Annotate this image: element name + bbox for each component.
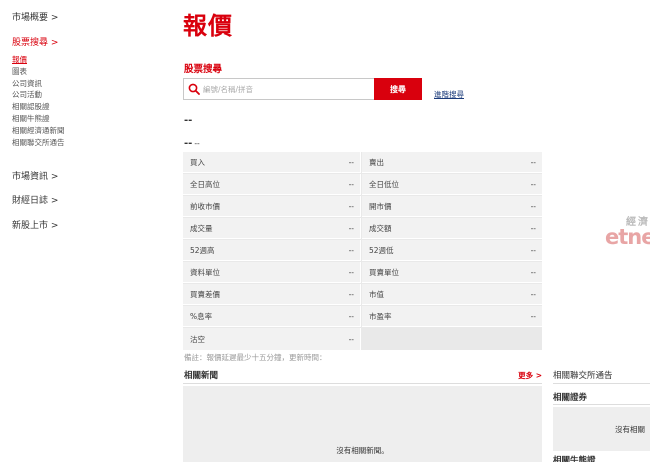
sidebar-sub-item-related-cbbc[interactable]: 相關牛熊證 [12, 113, 65, 125]
quote-label: 市值 [369, 289, 384, 299]
hkex-notice-title: 相關聯交所通告 [553, 371, 613, 381]
quote-label: %息率 [190, 311, 213, 321]
sidebar-item-market-overview[interactable]: 市場概要 > [12, 10, 58, 23]
advanced-search-link[interactable]: 進階搜尋 [434, 89, 464, 100]
quote-value: -- [348, 157, 354, 167]
no-news-text: 沒有相關新聞。 [336, 446, 389, 455]
sidebar-sub-item-chart[interactable]: 圖表 [12, 66, 65, 78]
related-warrants-empty: 沒有相關 [615, 425, 645, 434]
related-warrants-title: 相關證券 [553, 393, 588, 403]
quote-label: 市盈率 [369, 311, 392, 321]
quote-label: 買賣差價 [190, 289, 220, 299]
quote-value: -- [348, 311, 354, 321]
quote-value: -- [348, 334, 354, 344]
search-box [183, 78, 375, 100]
quote-table: 買入 -- 賣出 -- 全日高位 -- 全日低位 -- 前收市價 -- 開市價 -- 成交量… [183, 152, 542, 350]
sidebar-item-finance-diary[interactable]: 財經日誌 > [12, 193, 58, 206]
quote-value: -- [348, 289, 354, 299]
sidebar-sub-list: 報價 圖表 公司資訊 公司活動 相關認股證 相關牛熊證 相關經濟通新聞 相關聯交… [12, 54, 65, 148]
stock-name-sub: -- [194, 139, 200, 148]
related-warrants-box: 沒有相關 [553, 407, 650, 451]
sidebar-sub-item-quote[interactable]: 報價 [12, 54, 65, 66]
quote-cell-lot-size: 買賣單位 -- [362, 262, 542, 283]
quote-label: 買入 [190, 157, 205, 167]
hkex-notice-header: 相關聯交所通告 [553, 367, 650, 384]
quote-label: 52週高 [190, 245, 215, 255]
quote-value: -- [530, 289, 536, 299]
related-warrants-header: 相關證券 [553, 388, 650, 405]
quote-label: 全日高位 [190, 179, 220, 189]
quote-cell-52w-high: 52週高 -- [183, 240, 361, 261]
news-header: 相關新聞 更多 > [183, 367, 542, 384]
quote-cell-short-sell: 沽空 -- [183, 328, 361, 350]
quote-cell-52w-low: 52週低 -- [362, 240, 542, 261]
quote-label: 52週低 [369, 245, 394, 255]
quote-label: 開市價 [369, 201, 392, 211]
quote-cell-bid: 買入 -- [183, 152, 361, 173]
news-box: 沒有相關新聞。 [183, 386, 542, 462]
quote-value: -- [530, 157, 536, 167]
page-title: 報價 [183, 12, 233, 40]
logo-english-text: etne [605, 225, 650, 249]
quote-value: -- [348, 267, 354, 277]
etnet-logo: 經濟 etne [604, 213, 650, 249]
search-button[interactable]: 搜尋 [374, 78, 422, 100]
delay-disclaimer: 備註：報價延遲最少十五分鐘，更新時間： [184, 353, 327, 362]
quote-cell-prev-close: 前收市價 -- [183, 196, 361, 217]
search-input[interactable] [203, 82, 368, 96]
quote-value: -- [348, 245, 354, 255]
quote-cell-market-cap: 市值 -- [362, 284, 542, 305]
quote-cell-ask: 賣出 -- [362, 152, 542, 173]
sidebar-sub-item-company-events[interactable]: 公司活動 [12, 89, 65, 101]
quote-cell-pe-ratio: 市盈率 -- [362, 306, 542, 327]
quote-cell-day-high: 全日高位 -- [183, 174, 361, 195]
sidebar-sub-item-related-news[interactable]: 相關經濟通新聞 [12, 125, 65, 137]
quote-value: -- [530, 245, 536, 255]
sidebar-item-stock-search[interactable]: 股票搜尋 > [12, 35, 58, 48]
quote-cell-day-low: 全日低位 -- [362, 174, 542, 195]
search-icon [188, 83, 200, 95]
sidebar-sub-item-company-info[interactable]: 公司資訊 [12, 78, 65, 90]
quote-value: -- [348, 179, 354, 189]
quote-label: 資料單位 [190, 267, 220, 277]
related-cbbc-header: 相關牛熊證 [553, 453, 650, 462]
related-cbbc-title: 相關牛熊證 [553, 456, 596, 462]
quote-label: 沽空 [190, 334, 205, 344]
quote-value: -- [530, 311, 536, 321]
quote-label: 買賣單位 [369, 267, 399, 277]
sidebar-item-market-info[interactable]: 市場資訊 > [12, 169, 58, 182]
sidebar-sub-item-related-warrants[interactable]: 相關認股證 [12, 101, 65, 113]
quote-value: -- [530, 179, 536, 189]
quote-value: -- [348, 223, 354, 233]
quote-cell-turnover: 成交額 -- [362, 218, 542, 239]
quote-value: -- [530, 223, 536, 233]
sidebar-item-new-listing[interactable]: 新股上市 > [12, 218, 58, 231]
quote-label: 成交額 [369, 223, 392, 233]
quote-value: -- [530, 267, 536, 277]
quote-value: -- [348, 201, 354, 211]
stock-name-main: -- [184, 138, 193, 149]
search-heading: 股票搜尋 [184, 64, 223, 75]
stock-code: -- [184, 115, 193, 126]
news-title: 相關新聞 [184, 371, 219, 381]
quote-label: 成交量 [190, 223, 213, 233]
quote-label: 全日低位 [369, 179, 399, 189]
sidebar-sub-item-hkex-notices[interactable]: 相關聯交所通告 [12, 137, 65, 149]
quote-cell-yield: %息率 -- [183, 306, 361, 327]
quote-cell-data-unit: 資料單位 -- [183, 262, 361, 283]
quote-label: 前收市價 [190, 201, 220, 211]
news-more-link[interactable]: 更多 > [518, 370, 542, 381]
quote-label: 賣出 [369, 157, 384, 167]
stock-name: -- -- [184, 138, 200, 149]
quote-value: -- [530, 201, 536, 211]
quote-cell-spread: 買賣差價 -- [183, 284, 361, 305]
quote-cell-volume: 成交量 -- [183, 218, 361, 239]
quote-cell-open: 開市價 -- [362, 196, 542, 217]
